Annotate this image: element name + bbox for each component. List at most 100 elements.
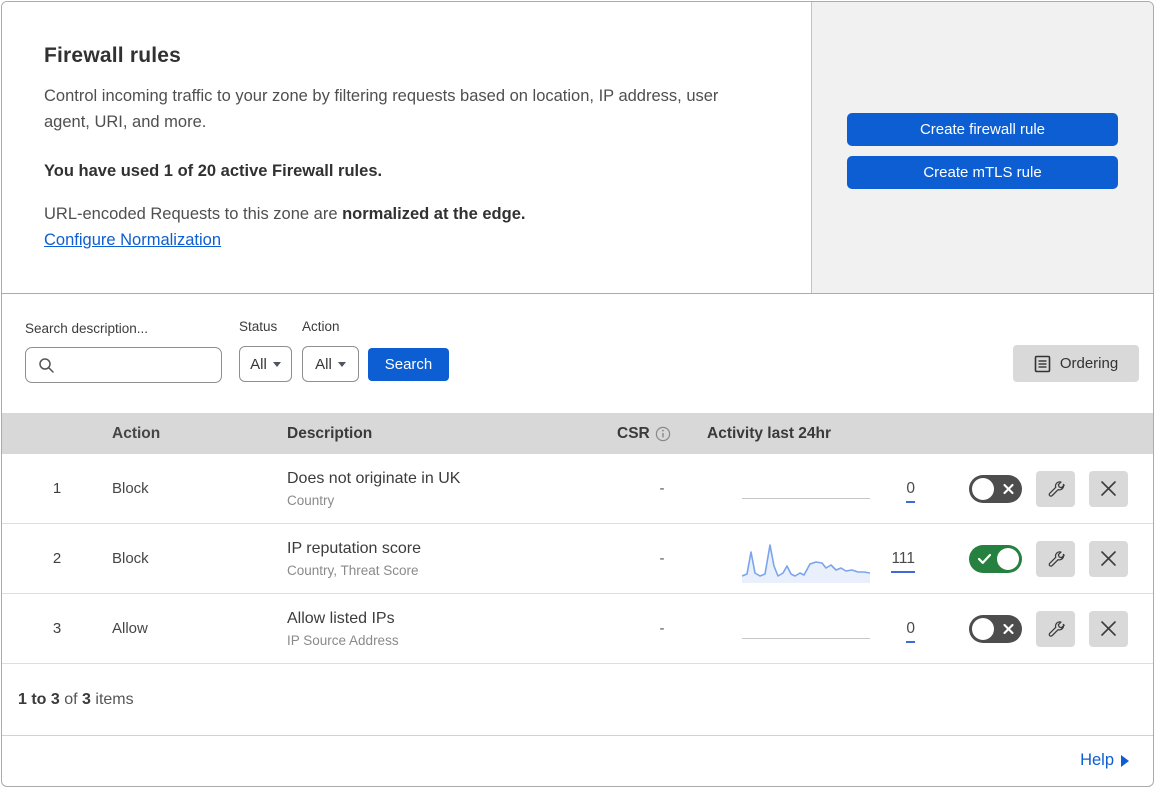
activity-sparkline-empty [742, 467, 870, 511]
create-firewall-rule-button[interactable]: Create firewall rule [847, 113, 1118, 146]
controls-cell [952, 610, 1153, 647]
description-cell: IP reputation score Country, Threat Scor… [287, 539, 617, 578]
chevron-down-icon [337, 361, 346, 367]
csr-cell: - [659, 480, 665, 497]
normalization-text: URL-encoded Requests to this zone are [44, 205, 343, 224]
activity-count-link[interactable]: 111 [891, 549, 915, 573]
delete-rule-button[interactable] [1089, 540, 1128, 577]
search-input[interactable] [61, 347, 221, 383]
x-icon [1003, 483, 1014, 494]
activity-cell: 0 [707, 467, 952, 511]
page-description: Control incoming traffic to your zone by… [44, 87, 719, 131]
csr-cell: - [659, 620, 665, 637]
configure-normalization-link[interactable]: Configure Normalization [44, 231, 221, 250]
wrench-icon [1048, 480, 1065, 497]
wrench-icon [1048, 620, 1065, 637]
rule-fields: IP Source Address [287, 632, 399, 648]
of-text: of [59, 690, 83, 708]
toggle-knob [972, 477, 994, 500]
rules-table: Action Description CSR Activity last 24h… [2, 413, 1153, 664]
header-activity: Activity last 24hr [707, 424, 832, 442]
check-icon [978, 553, 991, 564]
action-cell: Allow [112, 620, 148, 637]
action-cell: Block [112, 550, 149, 567]
edit-rule-button[interactable] [1036, 540, 1075, 577]
action-filter-label: Action [302, 319, 340, 334]
create-mtls-rule-button[interactable]: Create mTLS rule [847, 156, 1118, 189]
description-cell: Does not originate in UK Country [287, 469, 617, 508]
firewall-rules-page: Firewall rules Control incoming traffic … [1, 1, 1154, 787]
activity-count-link[interactable]: 0 [906, 479, 915, 503]
rule-enabled-toggle[interactable] [969, 544, 1022, 573]
filter-bar: Search description... Status All Action … [2, 294, 1153, 413]
search-box[interactable] [25, 347, 222, 383]
help-link[interactable]: Help [1080, 751, 1129, 770]
hero-section: Firewall rules Control incoming traffic … [2, 2, 1153, 294]
activity-sparkline-empty [742, 607, 870, 651]
help-footer: Help [2, 736, 1153, 785]
header-csr: CSR [617, 425, 707, 443]
hero-text-panel: Firewall rules Control incoming traffic … [2, 2, 812, 293]
action-dropdown[interactable]: All [302, 346, 359, 382]
chevron-down-icon [272, 361, 281, 367]
csr-cell: - [659, 550, 665, 567]
activity-cell: 111 [707, 537, 952, 583]
action-dropdown-value: All [315, 355, 332, 373]
edit-rule-button[interactable] [1036, 610, 1075, 647]
header-csr-label: CSR [617, 424, 650, 442]
edit-rule-button[interactable] [1036, 470, 1075, 507]
rule-fields: Country, Threat Score [287, 562, 419, 578]
ordering-button[interactable]: Ordering [1013, 345, 1139, 382]
range-text: 1 to 3 [18, 690, 60, 708]
activity-cell: 0 [707, 607, 952, 651]
status-dropdown[interactable]: All [239, 346, 292, 382]
controls-cell [952, 470, 1153, 507]
ordering-button-label: Ordering [1059, 355, 1119, 372]
pagination-summary: 1 to 3 of 3 items [2, 664, 1153, 736]
wrench-icon [1048, 550, 1065, 567]
table-row: 2 Block IP reputation score Country, Thr… [2, 524, 1153, 594]
activity-count-link[interactable]: 0 [906, 619, 915, 643]
normalization-bold-text: normalized at the edge. [342, 205, 526, 224]
rule-fields: Country [287, 492, 335, 508]
delete-rule-button[interactable] [1089, 610, 1128, 647]
table-header-row: Action Description CSR Activity last 24h… [2, 413, 1153, 454]
delete-rule-button[interactable] [1089, 470, 1128, 507]
description-cell: Allow listed IPs IP Source Address [287, 609, 617, 648]
toggle-knob [972, 617, 994, 640]
close-icon [1101, 621, 1116, 636]
status-dropdown-value: All [250, 355, 267, 373]
rule-description: Does not originate in UK [287, 470, 461, 488]
search-icon [39, 357, 54, 373]
table-row: 1 Block Does not originate in UK Country… [2, 454, 1153, 524]
total-text: 3 [82, 690, 91, 708]
items-text: items [90, 690, 134, 708]
toggle-knob [997, 547, 1019, 570]
rule-enabled-toggle[interactable] [969, 614, 1022, 643]
rule-description: IP reputation score [287, 540, 422, 558]
normalization-note: URL-encoded Requests to this zone are no… [44, 205, 769, 224]
row-number: 3 [52, 620, 62, 637]
ordering-list-icon [1034, 355, 1051, 372]
page-title: Firewall rules [44, 44, 182, 67]
header-description: Description [287, 424, 373, 442]
table-row: 3 Allow Allow listed IPs IP Source Addre… [2, 594, 1153, 664]
controls-cell [952, 540, 1153, 577]
activity-sparkline [742, 537, 870, 583]
rule-enabled-toggle[interactable] [969, 474, 1022, 503]
action-cell: Block [112, 480, 149, 497]
help-label: Help [1080, 751, 1114, 769]
status-filter-label: Status [239, 319, 278, 334]
actions-panel: Create firewall rule Create mTLS rule [812, 2, 1153, 293]
row-number: 2 [52, 550, 62, 567]
search-label: Search description... [25, 321, 149, 336]
close-icon [1101, 481, 1116, 496]
info-icon[interactable] [655, 426, 671, 442]
x-icon [1003, 623, 1014, 634]
close-icon [1101, 551, 1116, 566]
usage-summary: You have used 1 of 20 active Firewall ru… [44, 162, 383, 181]
header-action: Action [112, 424, 161, 442]
search-button[interactable]: Search [368, 348, 449, 381]
rule-description: Allow listed IPs [287, 610, 395, 628]
caret-right-icon [1121, 755, 1129, 767]
